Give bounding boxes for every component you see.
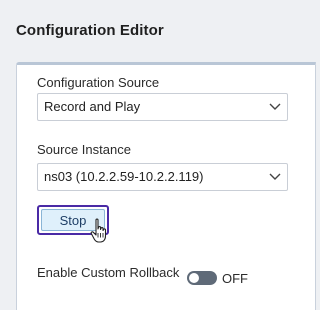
enable-custom-rollback-toggle[interactable] bbox=[187, 271, 217, 285]
toggle-knob bbox=[189, 273, 199, 283]
hand-pointer-icon bbox=[90, 218, 107, 243]
page-title: Configuration Editor bbox=[16, 22, 164, 39]
toggle-state-label: OFF bbox=[222, 271, 248, 286]
chevron-down-icon bbox=[269, 103, 281, 110]
source-instance-label: Source Instance bbox=[37, 142, 131, 157]
source-instance-select[interactable]: ns03 (10.2.2.59-10.2.2.119) bbox=[37, 163, 288, 191]
enable-custom-rollback-label: Enable Custom Rollback bbox=[37, 265, 180, 280]
source-instance-value: ns03 (10.2.2.59-10.2.2.119) bbox=[44, 169, 204, 184]
configuration-editor-page: Configuration Editor Configuration Sourc… bbox=[0, 0, 316, 310]
configuration-source-select[interactable]: Record and Play bbox=[37, 93, 288, 121]
configuration-source-label: Configuration Source bbox=[37, 75, 160, 90]
configuration-source-value: Record and Play bbox=[44, 99, 141, 114]
chevron-down-icon bbox=[269, 173, 281, 180]
